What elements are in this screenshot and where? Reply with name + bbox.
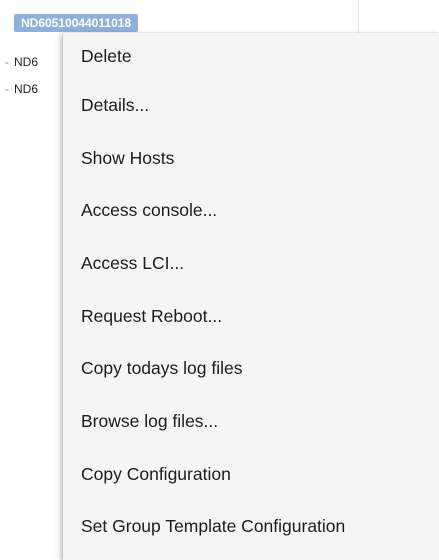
menu-item-set-group-template-configuration[interactable]: Set Group Template Configuration (63, 501, 439, 554)
menu-item-access-lci[interactable]: Access LCI... (63, 237, 439, 290)
page: ND60510044011018 - ND6 - ND6 Delete Deta… (0, 0, 439, 560)
menu-item-access-console[interactable]: Access console... (63, 184, 439, 237)
menu-item-delete[interactable]: Delete (63, 33, 439, 79)
menu-item-details[interactable]: Details... (63, 79, 439, 132)
tree-item-selected[interactable]: ND60510044011018 (6, 14, 139, 32)
menu-item-copy-configuration[interactable]: Copy Configuration (63, 448, 439, 501)
tree-item-label[interactable]: ND60510044011018 (14, 14, 139, 32)
tree-connector-dash: - (5, 82, 9, 96)
menu-item-request-reboot[interactable]: Request Reboot... (63, 290, 439, 343)
tree-item[interactable]: - ND6 (0, 80, 42, 98)
context-menu: Delete Details... Show Hosts Access cons… (63, 33, 439, 560)
tree-item[interactable]: - ND6 (0, 53, 42, 71)
tree-item-label[interactable]: ND6 (14, 81, 42, 97)
menu-item-browse-log-files[interactable]: Browse log files... (63, 395, 439, 448)
menu-item-copy-todays-log-files[interactable]: Copy todays log files (63, 342, 439, 395)
menu-item-show-hosts[interactable]: Show Hosts (63, 132, 439, 185)
tree-item-label[interactable]: ND6 (14, 54, 42, 70)
panel-divider (358, 0, 359, 36)
tree-connector-dash: - (5, 55, 9, 69)
